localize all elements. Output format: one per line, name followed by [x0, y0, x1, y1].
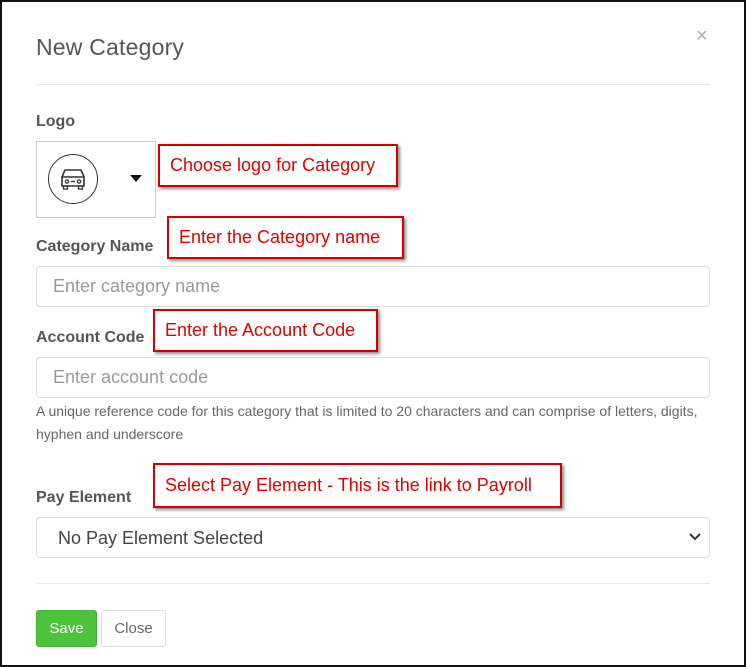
annotation-account-code: Enter the Account Code: [153, 309, 378, 352]
modal-title: New Category: [36, 34, 185, 60]
account-code-input[interactable]: [36, 357, 710, 398]
pay-element-label: Pay Element: [36, 489, 132, 506]
account-code-help: A unique reference code for this categor…: [36, 403, 698, 442]
annotation-pay-element: Select Pay Element - This is the link to…: [153, 463, 562, 508]
footer-divider: [36, 583, 710, 584]
account-code-label: Account Code: [36, 329, 145, 346]
new-category-modal: New Category × Logo Category Name Accoun…: [0, 0, 746, 667]
caret-down-icon[interactable]: [130, 175, 142, 182]
logo-picker[interactable]: [36, 141, 156, 218]
annotation-category-name: Enter the Category name: [167, 216, 404, 259]
close-button[interactable]: Close: [101, 610, 166, 647]
category-name-input[interactable]: [36, 266, 710, 307]
category-name-label: Category Name: [36, 238, 154, 255]
save-button[interactable]: Save: [36, 610, 97, 647]
close-icon[interactable]: ×: [696, 26, 708, 46]
logo-label: Logo: [36, 113, 76, 130]
header-divider: [36, 84, 710, 85]
pay-element-select[interactable]: No Pay Element Selected: [36, 517, 710, 558]
pay-element-selected: No Pay Element Selected: [58, 528, 264, 548]
car-icon: [48, 154, 98, 204]
annotation-logo: Choose logo for Category: [158, 144, 398, 187]
chevron-down-icon: [689, 533, 701, 541]
